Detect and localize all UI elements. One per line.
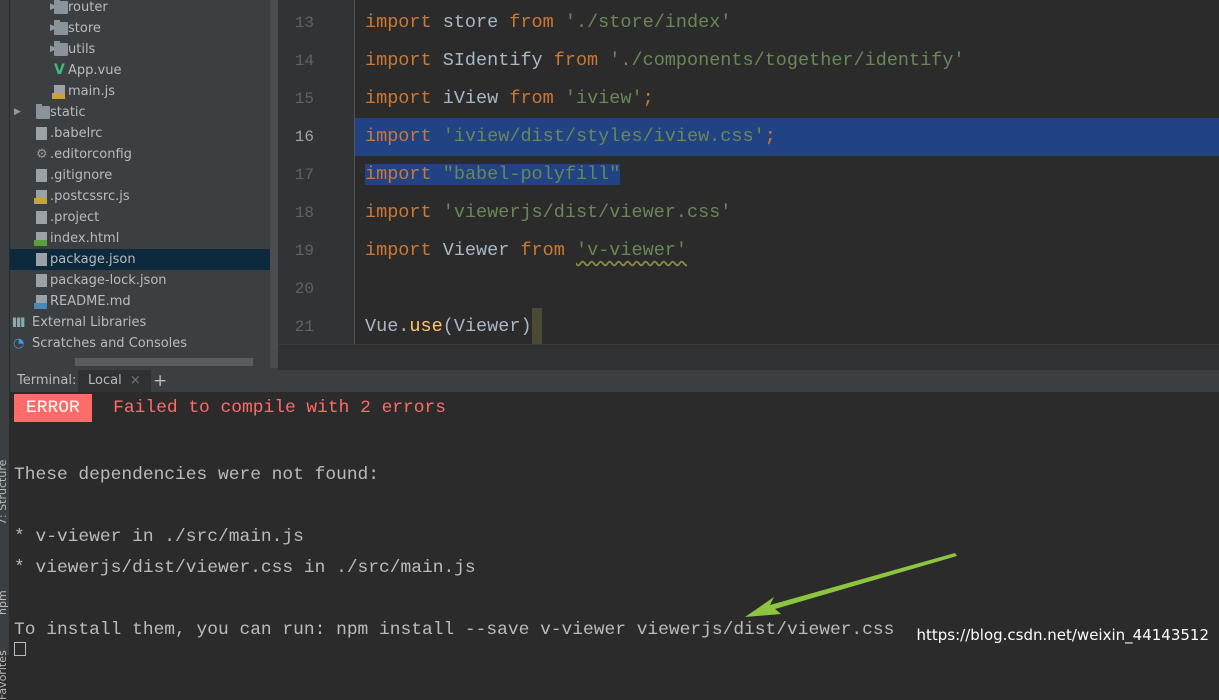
watermark: https://blog.csdn.net/weixin_44143512 xyxy=(916,626,1209,644)
annotation-arrow xyxy=(745,553,957,617)
favorites-tool-tab[interactable]: Favorites xyxy=(0,650,9,700)
arrow-icon xyxy=(745,553,957,617)
